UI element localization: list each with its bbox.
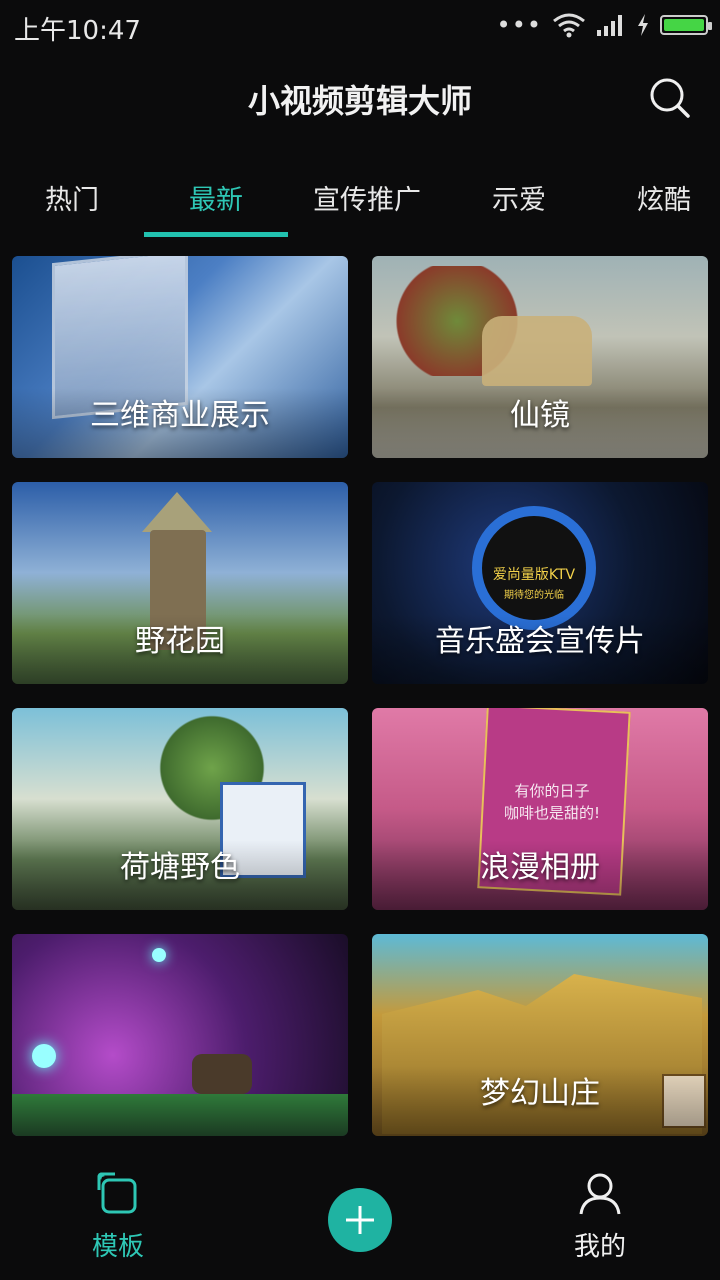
template-card[interactable]: 仙镜 bbox=[372, 256, 708, 458]
card-title: 浪漫相册 bbox=[480, 850, 600, 885]
card-title: 三维商业展示 bbox=[90, 398, 270, 433]
template-card[interactable]: 梦幻山庄 bbox=[372, 934, 708, 1136]
charging-bolt-icon bbox=[638, 14, 648, 36]
nav-templates[interactable]: 模板 bbox=[58, 1170, 178, 1263]
battery-icon bbox=[660, 15, 712, 35]
card-title: 仙镜 bbox=[510, 398, 570, 433]
card-title: 荷塘野色 bbox=[120, 850, 240, 885]
app-title: 小视频剪辑大师 bbox=[247, 82, 472, 120]
create-video-button[interactable] bbox=[328, 1188, 392, 1252]
card-thumbnail bbox=[142, 492, 212, 532]
category-tabs: 热门 最新 宣传推广 示爱 炫酷 bbox=[0, 160, 720, 240]
nav-mine[interactable]: 我的 bbox=[540, 1170, 660, 1263]
tab-newest[interactable]: 最新 bbox=[189, 178, 243, 217]
template-card[interactable]: 荷塘野色 bbox=[12, 708, 348, 910]
wifi-icon bbox=[553, 13, 585, 38]
plus-icon bbox=[346, 1206, 374, 1234]
card-thumbnail bbox=[32, 1044, 56, 1068]
nav-mine-label: 我的 bbox=[573, 1232, 626, 1262]
more-dots-icon: ••• bbox=[496, 11, 542, 39]
bottom-navigation: 模板 我的 bbox=[0, 1160, 720, 1280]
poster-subtext: 期待您的光临 bbox=[504, 590, 564, 601]
status-bar: 上午10:47 ••• bbox=[0, 0, 720, 50]
user-icon bbox=[579, 1173, 621, 1215]
tab-love[interactable]: 示爱 bbox=[492, 178, 546, 217]
tab-promotion[interactable]: 宣传推广 bbox=[313, 178, 421, 217]
active-tab-indicator bbox=[144, 232, 288, 237]
search-button[interactable] bbox=[648, 76, 692, 120]
template-card[interactable]: 三维商业展示 bbox=[12, 256, 348, 458]
card-title: 野花园 bbox=[135, 624, 225, 659]
template-card[interactable] bbox=[12, 934, 348, 1136]
poster-subtext: 咖啡也是甜的! bbox=[503, 804, 600, 822]
template-card[interactable]: 爱尚量版KTV 期待您的光临 音乐盛会宣传片 bbox=[372, 482, 708, 684]
cell-signal-icon bbox=[597, 15, 622, 36]
app-header: 小视频剪辑大师 bbox=[0, 50, 720, 150]
template-card[interactable]: 野花园 bbox=[12, 482, 348, 684]
card-title: 梦幻山庄 bbox=[480, 1076, 600, 1111]
tab-hot[interactable]: 热门 bbox=[45, 178, 99, 217]
search-icon bbox=[650, 78, 690, 118]
tab-cool[interactable]: 炫酷 bbox=[637, 178, 691, 217]
poster-text: 爱尚量版KTV bbox=[492, 567, 576, 583]
status-icons: ••• bbox=[496, 10, 712, 40]
poster-text: 有你的日子 bbox=[514, 782, 590, 800]
templates-icon bbox=[97, 1172, 137, 1214]
nav-templates-label: 模板 bbox=[91, 1232, 144, 1262]
template-card[interactable]: 有你的日子 咖啡也是甜的! 浪漫相册 bbox=[372, 708, 708, 910]
card-title: 音乐盛会宣传片 bbox=[435, 624, 645, 659]
status-time: 上午10:47 bbox=[14, 16, 141, 46]
